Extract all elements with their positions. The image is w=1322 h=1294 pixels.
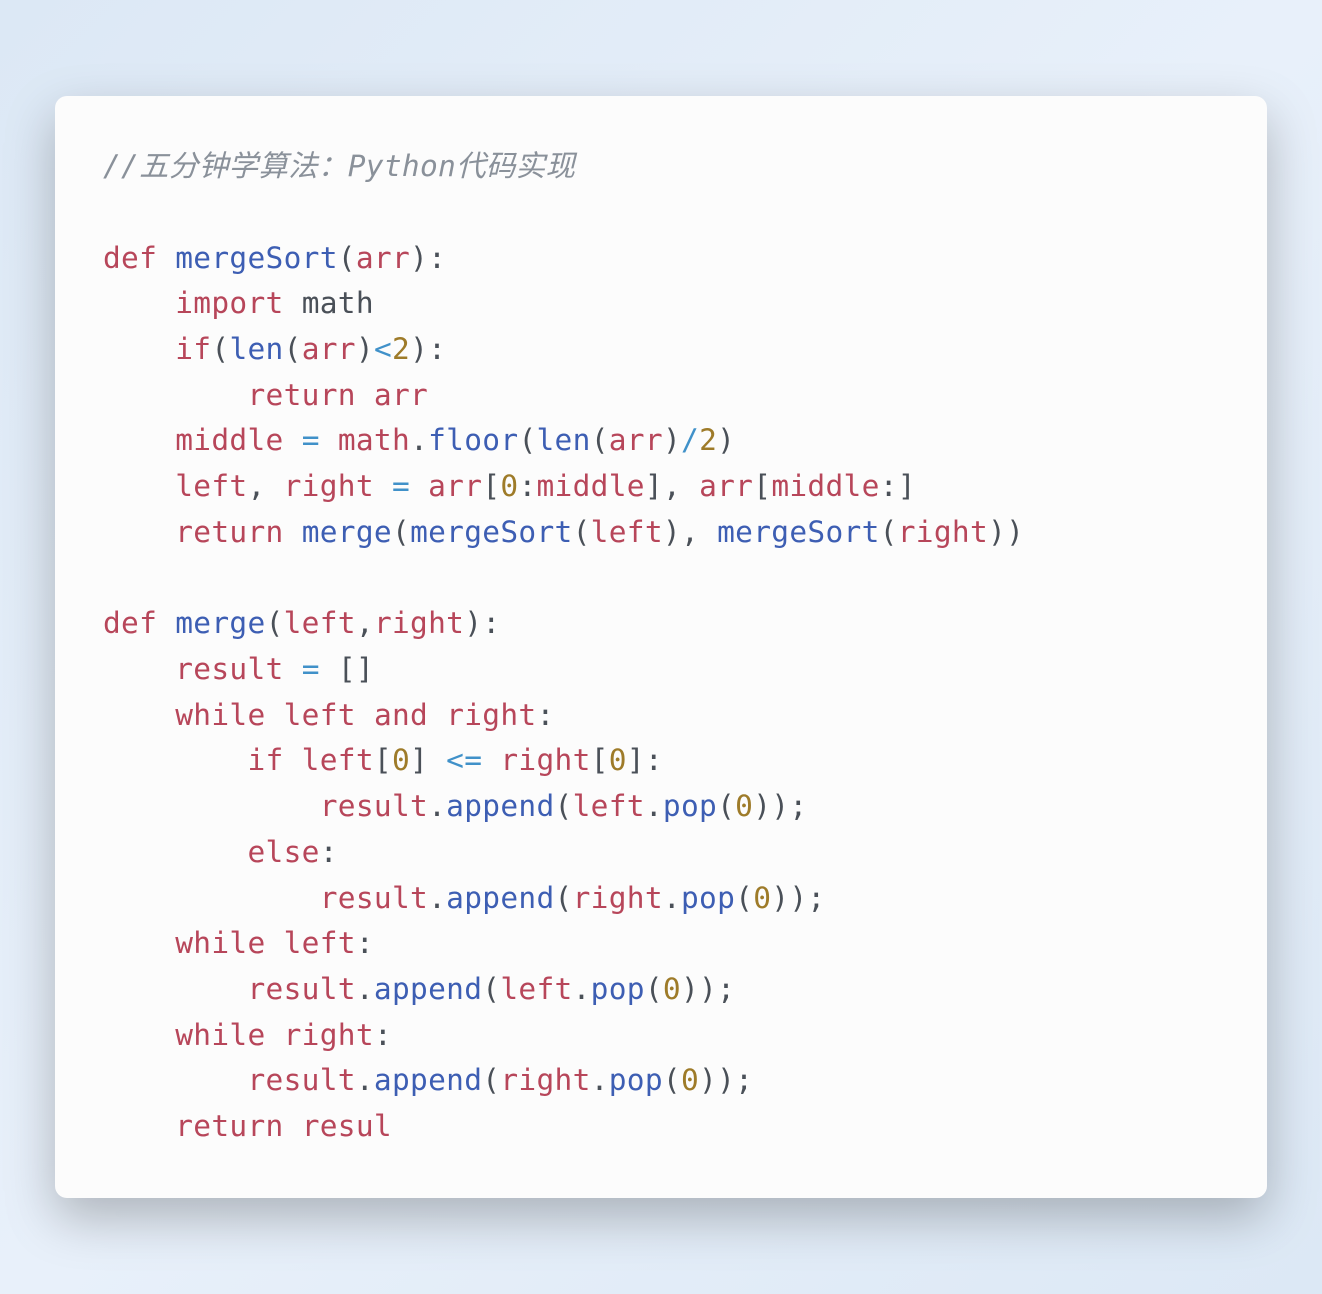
var-right: right <box>284 469 374 503</box>
var-result: result <box>320 789 428 823</box>
op-eq: = <box>302 423 320 457</box>
var-middle: middle <box>537 469 645 503</box>
num-2: 2 <box>699 423 717 457</box>
var-left: left <box>302 743 374 777</box>
func-mergeSort: mergeSort <box>175 241 338 275</box>
keyword-else: else <box>247 835 319 869</box>
builtin-len: len <box>229 332 283 366</box>
op-div: / <box>681 423 699 457</box>
var-arr: arr <box>699 469 753 503</box>
var-result: result <box>247 1063 355 1097</box>
var-arr: arr <box>302 332 356 366</box>
var-right: right <box>500 743 590 777</box>
keyword-return: return <box>247 378 355 412</box>
keyword-if: if <box>247 743 283 777</box>
method-pop: pop <box>681 881 735 915</box>
var-result: result <box>247 972 355 1006</box>
var-right: right <box>500 1063 590 1097</box>
method-append: append <box>374 1063 482 1097</box>
var-left: left <box>591 515 663 549</box>
func-merge-call: merge <box>302 515 392 549</box>
var-left: left <box>175 469 247 503</box>
var-left: left <box>500 972 572 1006</box>
keyword-def: def <box>103 606 157 640</box>
keyword-while: while <box>175 1018 265 1052</box>
func-mergeSort-call: mergeSort <box>717 515 880 549</box>
num-0: 0 <box>392 743 410 777</box>
code-card: //五分钟学算法：Python代码实现 def mergeSort(arr): … <box>55 96 1267 1198</box>
num-0: 0 <box>735 789 753 823</box>
builtin-len: len <box>537 423 591 457</box>
var-left: left <box>284 926 356 960</box>
keyword-while: while <box>175 698 265 732</box>
num-0: 0 <box>663 972 681 1006</box>
var-arr: arr <box>609 423 663 457</box>
keyword-def: def <box>103 241 157 275</box>
var-right: right <box>573 881 663 915</box>
method-pop: pop <box>663 789 717 823</box>
var-middle: middle <box>175 423 283 457</box>
var-middle: middle <box>771 469 879 503</box>
method-pop: pop <box>609 1063 663 1097</box>
method-pop: pop <box>591 972 645 1006</box>
func-merge: merge <box>175 606 265 640</box>
op-eq: = <box>302 652 320 686</box>
var-arr: arr <box>428 469 482 503</box>
keyword-while: while <box>175 926 265 960</box>
method-append: append <box>446 789 554 823</box>
module-math: math <box>302 286 374 320</box>
num-0: 0 <box>609 743 627 777</box>
var-left: left <box>284 698 356 732</box>
var-right: right <box>898 515 988 549</box>
var-right: right <box>284 1018 374 1052</box>
keyword-if: if <box>175 332 211 366</box>
op-eq: = <box>392 469 410 503</box>
method-append: append <box>446 881 554 915</box>
func-floor: floor <box>428 423 518 457</box>
var-result: result <box>320 881 428 915</box>
num-0: 0 <box>500 469 518 503</box>
keyword-return: return <box>175 515 283 549</box>
param-left: left <box>284 606 356 640</box>
keyword-import: import <box>175 286 283 320</box>
code-block: //五分钟学算法：Python代码实现 def mergeSort(arr): … <box>103 144 1227 1150</box>
var-result: result <box>175 652 283 686</box>
num-0: 0 <box>753 881 771 915</box>
keyword-and: and <box>374 698 428 732</box>
param-right: right <box>374 606 464 640</box>
method-append: append <box>374 972 482 1006</box>
var-right: right <box>446 698 536 732</box>
op-lte: <= <box>446 743 482 777</box>
keyword-return: return <box>175 1109 283 1143</box>
var-math: math <box>338 423 410 457</box>
var-arr: arr <box>374 378 428 412</box>
num-0: 0 <box>681 1063 699 1097</box>
var-left: left <box>573 789 645 823</box>
code-comment: //五分钟学算法：Python代码实现 <box>103 149 575 183</box>
num-2: 2 <box>392 332 410 366</box>
func-mergeSort-call: mergeSort <box>410 515 573 549</box>
param-arr: arr <box>356 241 410 275</box>
var-resul: resul <box>302 1109 392 1143</box>
op-lt: < <box>374 332 392 366</box>
